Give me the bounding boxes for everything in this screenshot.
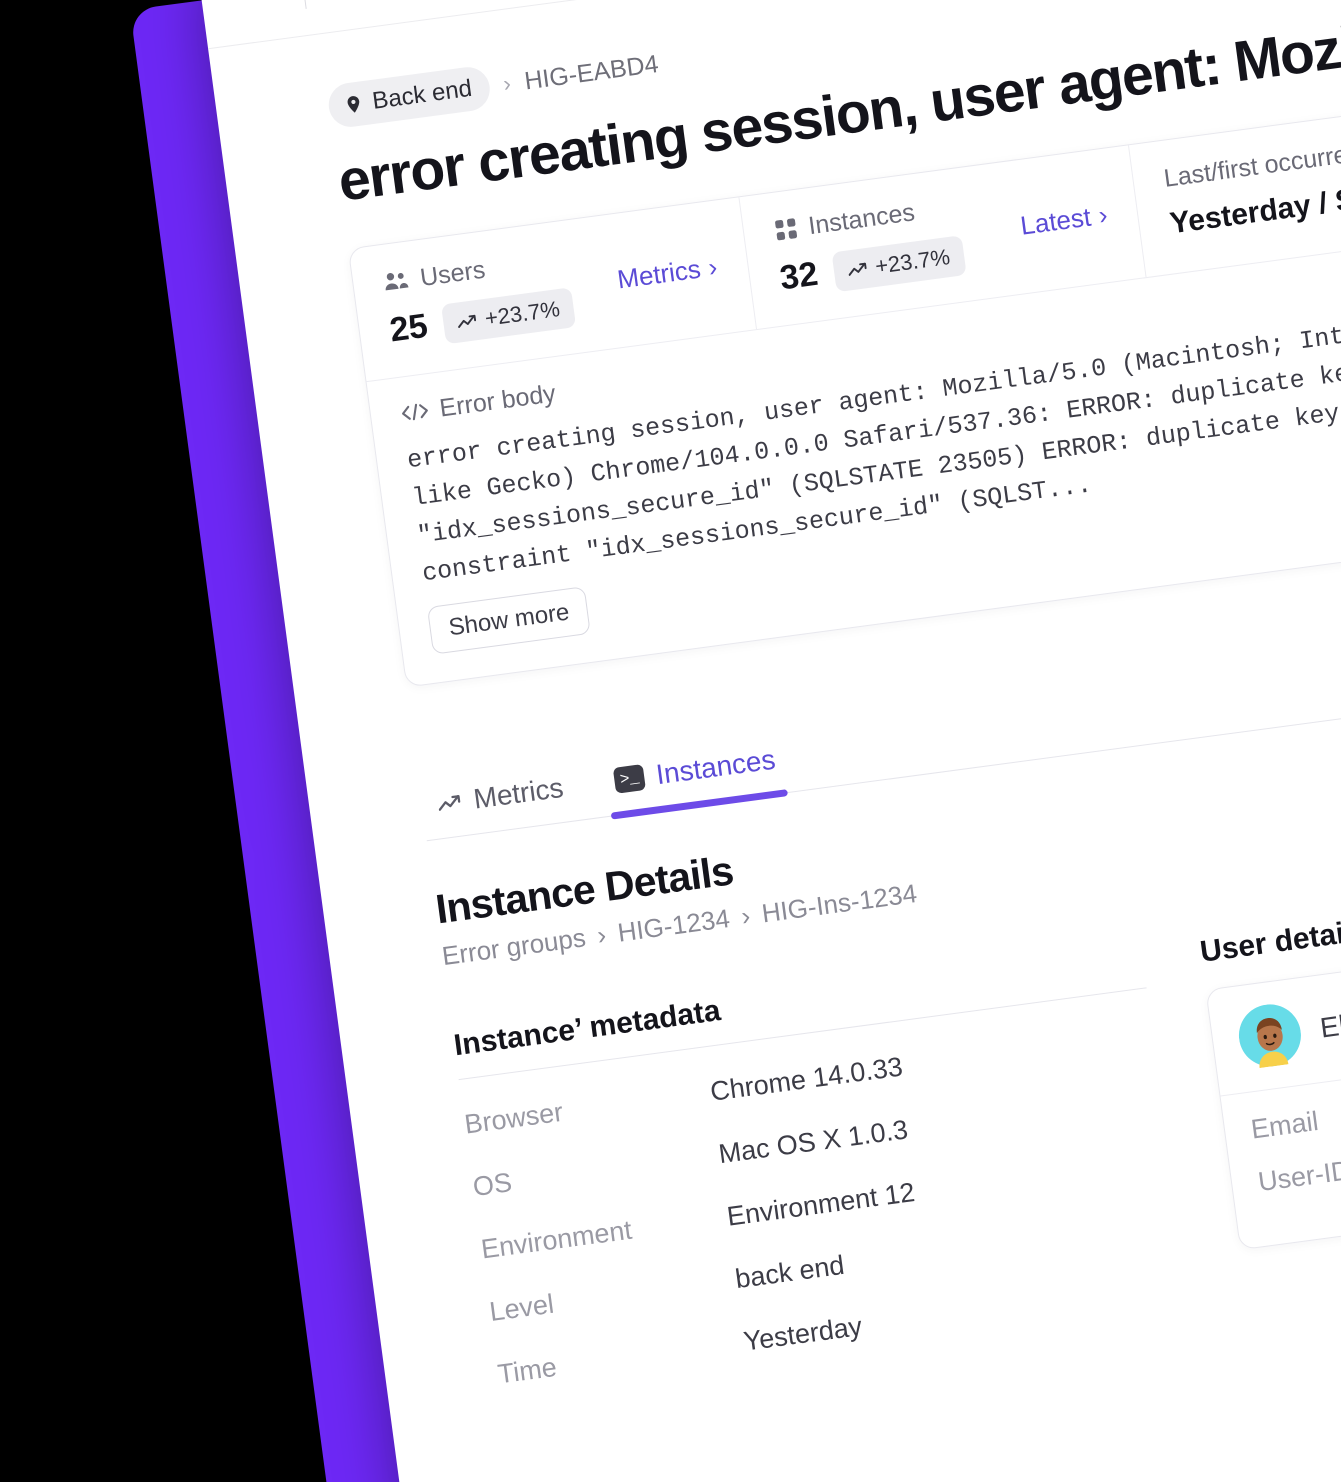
metadata-column: Instance’ metadata Browser Chrome 14.0.3… (452, 938, 1192, 1422)
breadcrumb-separator: › (501, 70, 513, 97)
user-name: Elon Musk (1318, 995, 1341, 1044)
user-card: Elon Musk Email User-ID (1205, 936, 1341, 1251)
breadcrumb-separator: › (595, 919, 608, 951)
grid-icon (772, 216, 799, 243)
user-field-key: Email (1249, 1105, 1321, 1145)
stat-instances-delta-label: +23.7% (873, 243, 952, 279)
metadata-key: Environment (479, 1214, 634, 1265)
service-pill-label: Back end (370, 74, 474, 115)
terminal-icon: >_ (612, 763, 647, 794)
page-content: Back end › HIG-EABD4 error creating sess… (208, 0, 1341, 1437)
stat-users-delta-label: +23.7% (483, 295, 562, 331)
metadata-key: OS (470, 1166, 514, 1202)
tab-instances[interactable]: >_ Instances (612, 743, 780, 814)
stat-instances-label: Instances (806, 198, 917, 241)
users-icon (382, 269, 411, 294)
show-more-button[interactable]: Show more (426, 585, 592, 655)
error-body-label: Error body (437, 379, 558, 423)
code-icon (400, 401, 430, 425)
stat-occurrence: Last/first occurrence Yesterday / Septem… (1129, 93, 1341, 277)
chevron-right-icon: › (706, 251, 720, 283)
metadata-value: Chrome 14.0.33 (708, 1051, 905, 1107)
tab-instances-label: Instances (654, 743, 778, 790)
tab-metrics-label: Metrics (471, 771, 566, 815)
details-split: Instance’ metadata Browser Chrome 14.0.3… (452, 880, 1341, 1422)
screenshot-stage: Back end › HIG-EABD4 error creating sess… (0, 0, 1341, 1482)
user-details-column: User details Elon Email User-ID (1197, 880, 1341, 1251)
stat-instances-value: 32 (777, 255, 821, 298)
stat-users-delta: +23.7% (440, 287, 577, 345)
location-pin-icon (342, 91, 365, 117)
service-pill[interactable]: Back end (326, 64, 493, 130)
chevron-up-icon[interactable] (251, 0, 296, 16)
chevron-right-icon: › (1096, 199, 1110, 231)
stat-users-value: 25 (387, 307, 431, 350)
breadcrumb-separator: › (739, 900, 752, 931)
user-avatar-icon (1235, 1000, 1305, 1070)
trend-up-icon (846, 260, 868, 279)
stat-instances-delta: +23.7% (831, 235, 967, 293)
metadata-value: Mac OS X 1.0.3 (716, 1114, 910, 1170)
breadcrumb-error-code[interactable]: HIG-EABD4 (523, 49, 660, 96)
breadcrumb-group-id[interactable]: HIG-1234 (616, 903, 732, 949)
metadata-value: Environment 12 (725, 1176, 917, 1232)
trend-up-icon (456, 312, 478, 331)
metadata-key: Time (495, 1351, 559, 1390)
user-details-title: User details (1198, 913, 1341, 969)
metadata-key: Browser (462, 1096, 565, 1140)
stat-users-label: Users (418, 255, 487, 292)
metadata-value: back end (733, 1249, 847, 1294)
tab-metrics[interactable]: Metrics (436, 772, 568, 838)
user-field-key: User-ID (1256, 1154, 1341, 1197)
metadata-key: Level (487, 1288, 556, 1327)
metadata-value: Yesterday (741, 1310, 864, 1357)
chrome-divider (300, 0, 307, 9)
stat-occurrence-label: Last/first occurrence (1162, 135, 1341, 193)
trend-up-icon (437, 792, 463, 813)
chevron-down-icon[interactable] (311, 0, 356, 8)
